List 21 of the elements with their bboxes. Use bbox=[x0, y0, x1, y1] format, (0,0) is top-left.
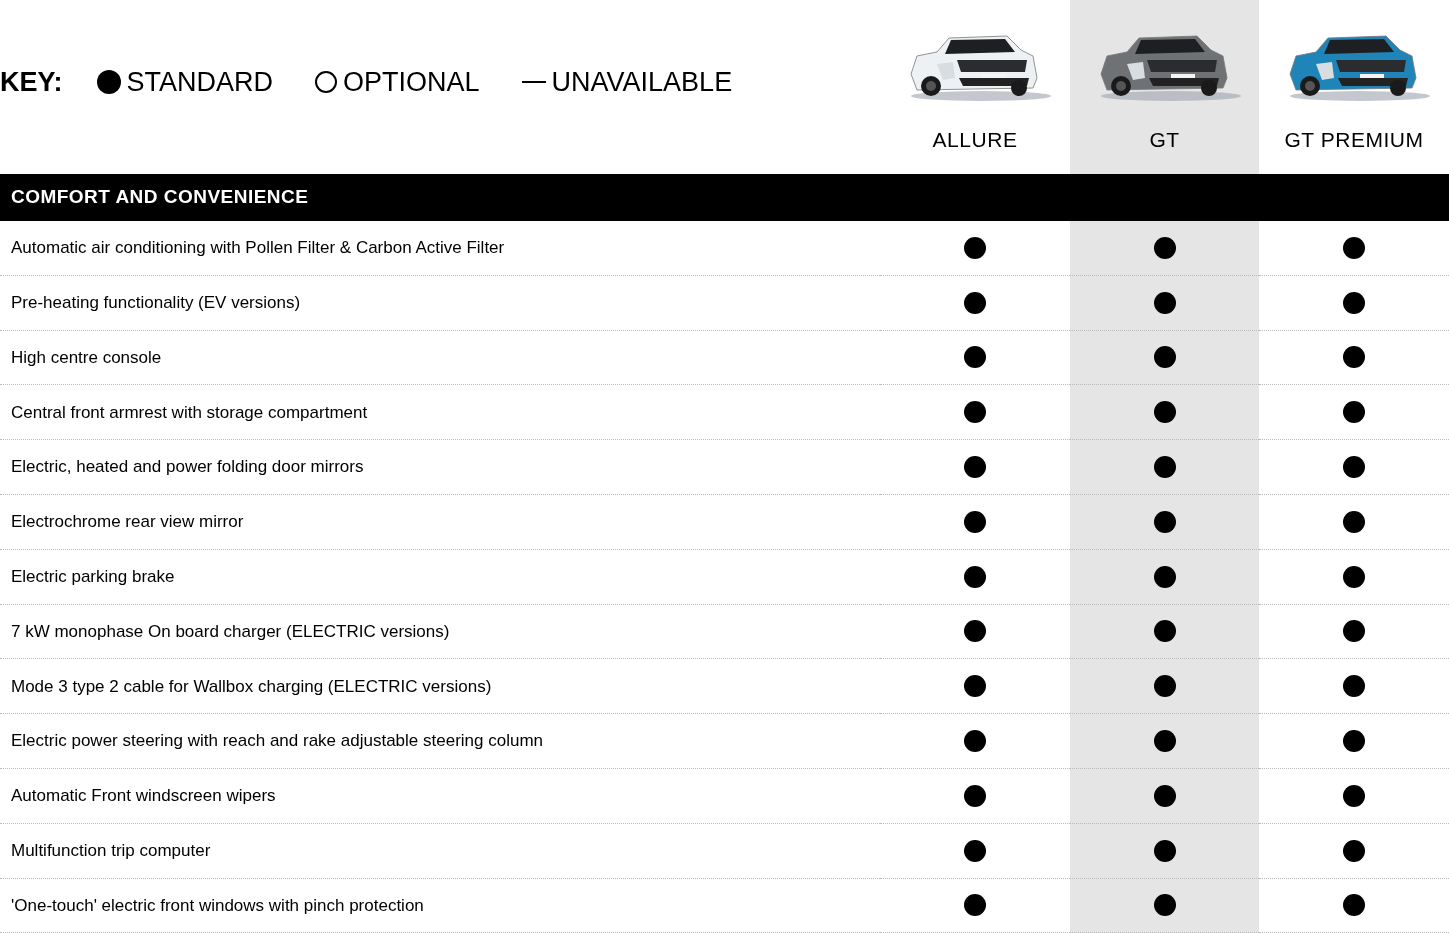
feature-name: Electric power steering with reach and rake adjustable steering column bbox=[11, 730, 543, 753]
feature-name: Automatic air conditioning with Pollen Filter & Carbon Active Filter bbox=[11, 237, 505, 260]
feature-name: Automatic Front windscreen wipers bbox=[11, 785, 276, 808]
feature-name: High centre console bbox=[11, 346, 162, 369]
key-text: UNAVAILABLE bbox=[551, 66, 733, 99]
feature-name: Electric parking brake bbox=[11, 565, 175, 588]
feature-name: Electrochrome rear view mirror bbox=[11, 511, 244, 534]
feature-name: Electric, heated and power folding door mirrors bbox=[11, 456, 364, 479]
key-label: KEY: bbox=[0, 66, 63, 99]
key-text: STANDARD bbox=[126, 66, 274, 99]
feature-name: 7 kW monophase On board charger (ELECTRIC versions) bbox=[11, 620, 450, 643]
section-title: COMFORT AND CONVENIENCE bbox=[11, 185, 309, 210]
key-text: OPTIONAL bbox=[343, 66, 480, 99]
model-name: GT PREMIUM bbox=[1284, 127, 1424, 153]
model-name: ALLURE bbox=[932, 127, 1018, 153]
model-name: GT bbox=[1149, 127, 1180, 153]
feature-name: Central front armrest with storage compartment bbox=[11, 401, 368, 424]
feature-name: Mode 3 type 2 cable for Wallbox charging (ELECTRIC versions) bbox=[11, 675, 492, 698]
feature-name: Multifunction trip computer bbox=[11, 839, 211, 862]
feature-name: 'One-touch' electric front windows with pinch protection bbox=[11, 894, 424, 917]
feature-name: Pre-heating functionality (EV versions) bbox=[11, 291, 301, 314]
